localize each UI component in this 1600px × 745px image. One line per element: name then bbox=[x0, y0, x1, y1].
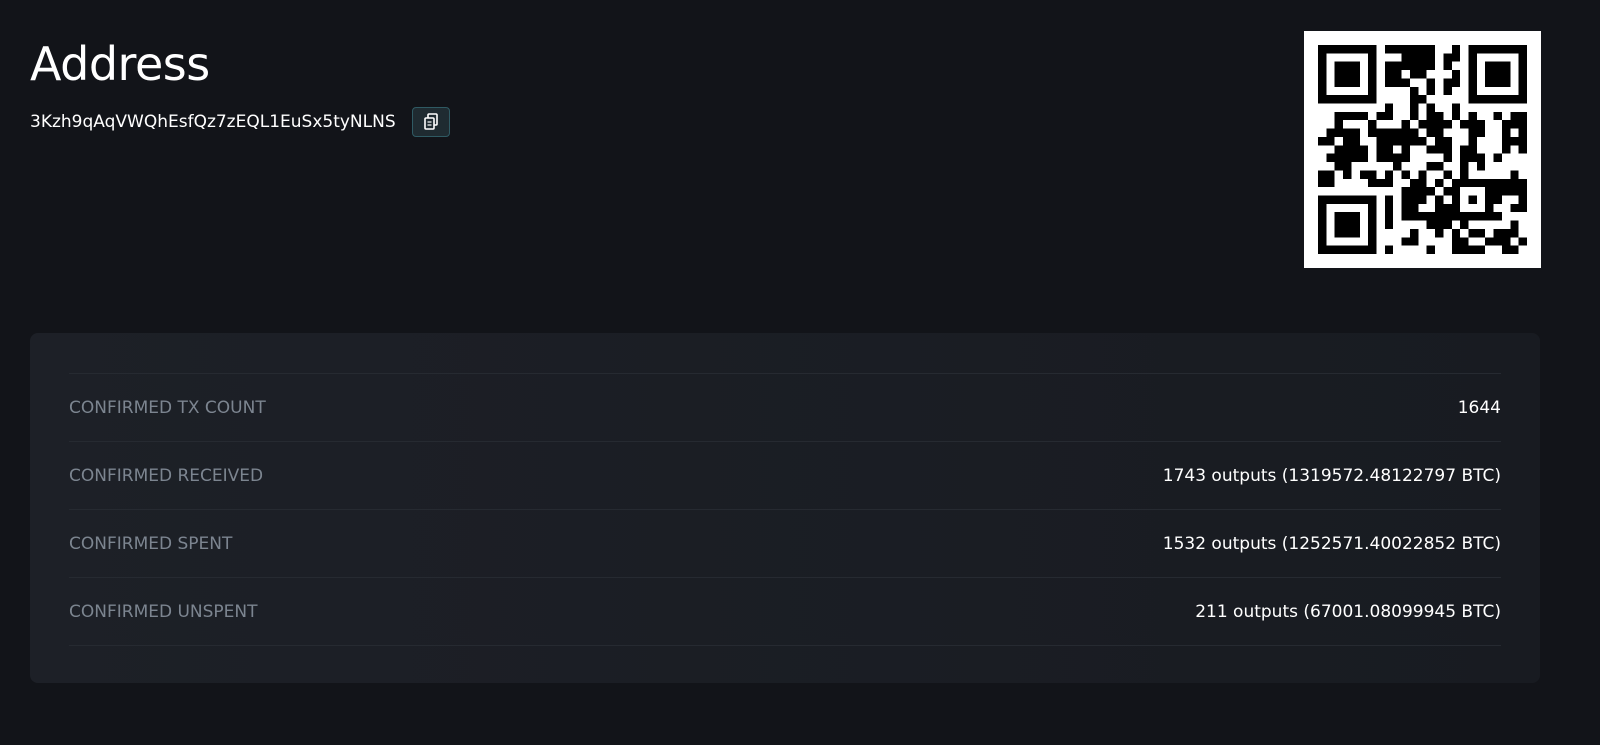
address-value[interactable]: 3Kzh9qAqVWQhEsfQz7zEQL1EuSx5tyNLNS bbox=[30, 112, 396, 132]
stat-value: 1644 bbox=[1457, 397, 1501, 418]
stat-label: CONFIRMED SPENT bbox=[69, 533, 233, 554]
stat-label: CONFIRMED RECEIVED bbox=[69, 465, 264, 486]
stat-value: 211 outputs (67001.08099945 BTC) bbox=[1195, 601, 1501, 622]
stats-table: CONFIRMED TX COUNT 1644 CONFIRMED RECEIV… bbox=[69, 373, 1501, 646]
stats-card: CONFIRMED TX COUNT 1644 CONFIRMED RECEIV… bbox=[30, 333, 1540, 683]
stat-label: CONFIRMED TX COUNT bbox=[69, 397, 266, 418]
address-page: Address 3Kzh9qAqVWQhEsfQz7zEQL1EuSx5tyNL… bbox=[0, 0, 1600, 745]
stat-row-tx-count: CONFIRMED TX COUNT 1644 bbox=[69, 374, 1501, 442]
copy-address-button[interactable] bbox=[411, 107, 450, 137]
address-row: 3Kzh9qAqVWQhEsfQz7zEQL1EuSx5tyNLNS bbox=[30, 106, 450, 138]
page-title: Address bbox=[30, 37, 210, 91]
copy-icon bbox=[423, 113, 439, 131]
qr-code-icon bbox=[1318, 45, 1527, 254]
stat-row-spent: CONFIRMED SPENT 1532 outputs (1252571.40… bbox=[69, 510, 1501, 578]
qr-code-image bbox=[1304, 31, 1541, 268]
stat-row-received: CONFIRMED RECEIVED 1743 outputs (1319572… bbox=[69, 442, 1501, 510]
stat-row-unspent: CONFIRMED UNSPENT 211 outputs (67001.080… bbox=[69, 578, 1501, 646]
stat-label: CONFIRMED UNSPENT bbox=[69, 601, 258, 622]
stat-value: 1743 outputs (1319572.48122797 BTC) bbox=[1162, 465, 1501, 486]
stat-value: 1532 outputs (1252571.40022852 BTC) bbox=[1162, 533, 1501, 554]
